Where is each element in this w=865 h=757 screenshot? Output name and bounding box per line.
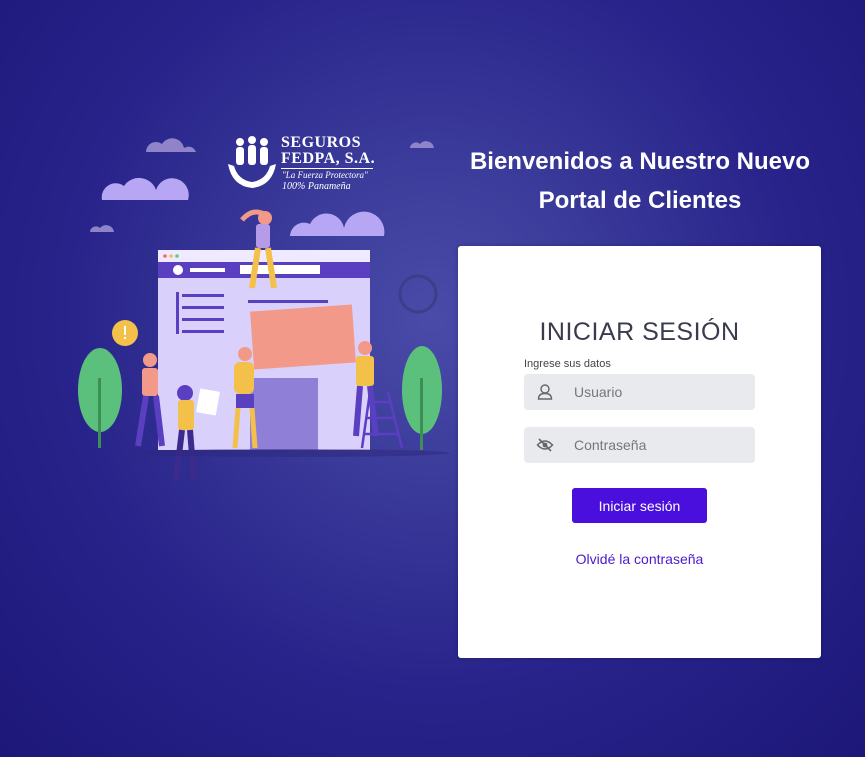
login-title: INICIAR SESIÓN [539,318,740,346]
logo-tagline: "La Fuerza Protectora" [282,170,368,180]
welcome-line2: Portal de Clientes [538,187,742,214]
welcome-line1: Bienvenidos a Nuestro Nuevo [469,148,811,175]
user-icon [537,384,553,400]
password-input[interactable] [574,427,744,463]
family-hands-logo-icon [228,136,276,188]
login-hint: Ingrese sus datos [524,358,611,370]
username-input[interactable] [574,374,744,410]
company-logo: SEGUROS FEDPA, S.A. "La Fuerza Protector… [226,134,386,194]
logo-brand-line2: FEDPA, S.A. [281,150,376,167]
welcome-heading: Bienvenidos a Nuestro Nuevo Portal de Cl… [458,142,822,220]
forgot-password-link[interactable]: Olvidé la contraseña [458,551,821,567]
username-field[interactable] [524,374,755,410]
login-card: INICIAR SESIÓN Ingrese sus datos Iniciar… [458,246,821,658]
logo-subtagline: 100% Panameña [282,181,351,192]
eye-slash-icon[interactable] [536,436,554,454]
password-field[interactable] [524,427,755,463]
login-submit-button[interactable]: Iniciar sesión [572,488,707,523]
logo-divider [281,168,373,169]
